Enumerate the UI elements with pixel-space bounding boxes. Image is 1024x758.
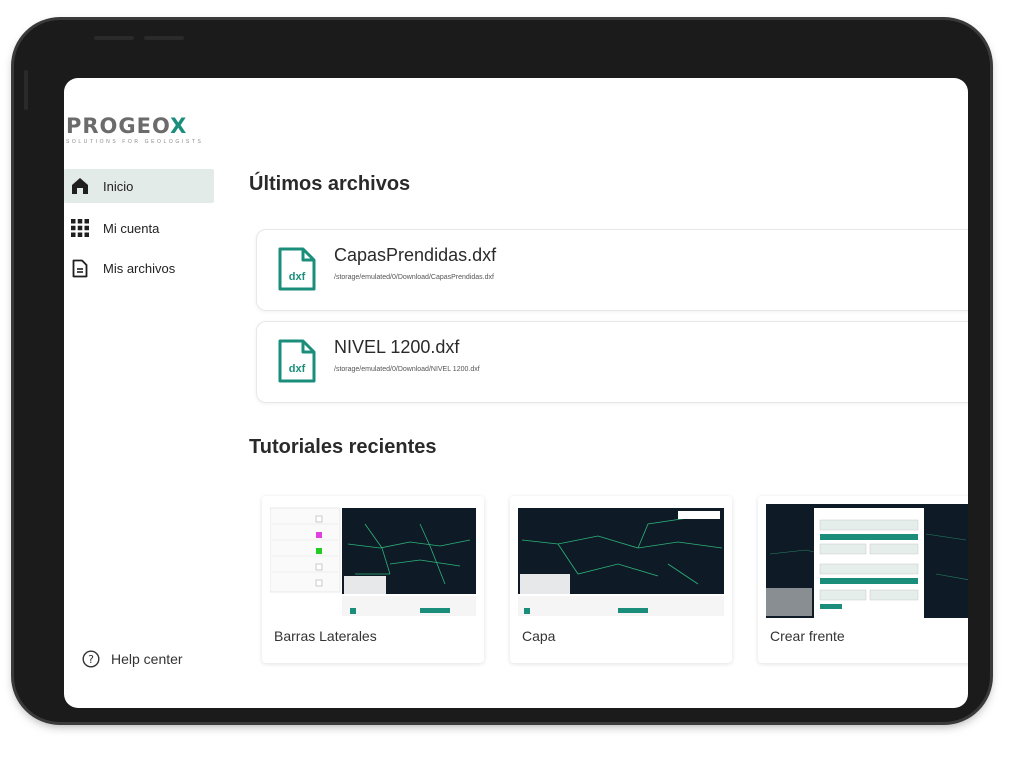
tutorial-title: Crear frente xyxy=(770,628,845,644)
sidebar-item-label: Inicio xyxy=(103,178,134,194)
file-card[interactable]: dxf NIVEL 1200.dxf /storage/emulated/0/D… xyxy=(256,321,968,403)
svg-text:?: ? xyxy=(88,653,94,666)
help-circle-icon: ? xyxy=(82,650,100,668)
tablet-frame: PROGEOX SOLUTIONS FOR GEOLOGISTS Inicio … xyxy=(14,20,990,722)
app-logo: PROGEOX SOLUTIONS FOR GEOLOGISTS xyxy=(66,114,216,145)
dxf-file-icon: dxf xyxy=(277,338,317,384)
tutorial-thumbnail xyxy=(270,504,476,618)
app-screen: PROGEOX SOLUTIONS FOR GEOLOGISTS Inicio … xyxy=(64,78,968,708)
logo-tagline: SOLUTIONS FOR GEOLOGISTS xyxy=(66,139,204,145)
help-center-link[interactable]: ? Help center xyxy=(82,650,183,668)
grid-icon xyxy=(70,218,90,238)
tutorial-card[interactable]: Crear frente xyxy=(758,496,968,663)
file-path: /storage/emulated/0/Download/NIVEL 1200.… xyxy=(334,366,480,373)
document-icon xyxy=(70,258,90,278)
recent-files-title: Últimos archivos xyxy=(249,173,411,195)
file-card[interactable]: dxf CapasPrendidas.dxf /storage/emulated… xyxy=(256,229,968,311)
tutorial-card[interactable]: Barras Laterales xyxy=(262,496,484,663)
sidebar-item-mis-archivos[interactable]: Mis archivos xyxy=(64,251,214,285)
tutorial-thumbnail xyxy=(518,504,724,618)
help-center-label: Help center xyxy=(111,651,183,667)
sidebar-item-inicio[interactable]: Inicio xyxy=(64,169,214,203)
tablet-button xyxy=(94,36,134,40)
tutorial-thumbnail xyxy=(766,504,968,618)
file-name: CapasPrendidas.dxf xyxy=(334,245,497,265)
file-name: NIVEL 1200.dxf xyxy=(334,337,460,357)
tutorial-card[interactable]: Capa xyxy=(510,496,732,663)
tablet-side-button xyxy=(24,70,28,110)
sidebar-item-label: Mi cuenta xyxy=(103,220,160,236)
file-path: /storage/emulated/0/Download/CapasPrendi… xyxy=(334,274,494,281)
sidebar-item-mi-cuenta[interactable]: Mi cuenta xyxy=(64,211,214,245)
svg-text:dxf: dxf xyxy=(289,363,306,375)
dxf-file-icon: dxf xyxy=(277,246,317,292)
tutorial-title: Barras Laterales xyxy=(274,628,377,644)
sidebar-item-label: Mis archivos xyxy=(103,260,176,276)
tablet-button xyxy=(144,36,184,40)
tutorial-title: Capa xyxy=(522,628,556,644)
home-icon xyxy=(70,176,90,196)
svg-text:dxf: dxf xyxy=(289,271,306,283)
tutorials-title: Tutoriales recientes xyxy=(249,436,437,458)
